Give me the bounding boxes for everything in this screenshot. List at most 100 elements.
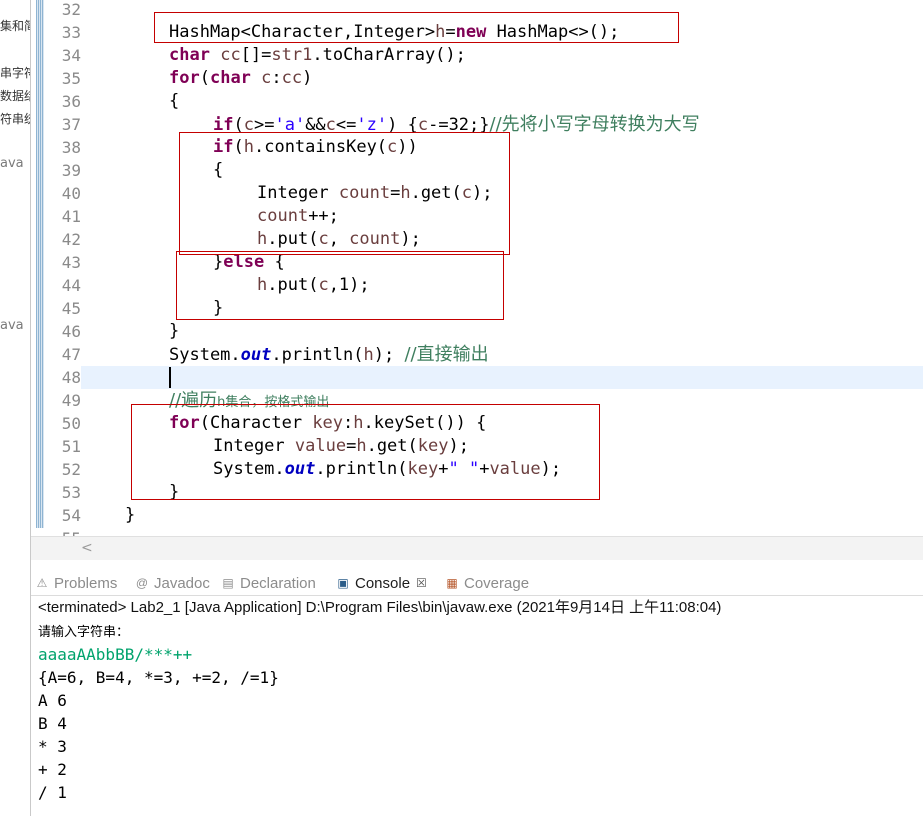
tab-coverage[interactable]: ▦ Coverage <box>445 572 529 594</box>
code-line-42[interactable]: h.put(c, count); <box>257 228 421 251</box>
line-number: 43 <box>61 253 81 272</box>
code-line-34[interactable]: char cc[]=str1.toCharArray(); <box>169 44 466 67</box>
tab-declaration[interactable]: ▤ Declaration <box>221 572 316 594</box>
line-number: 54 <box>61 506 81 525</box>
code-line-45[interactable]: } <box>213 297 223 320</box>
code-token: key <box>407 459 439 479</box>
code-line-35[interactable]: for(char c:cc) <box>169 67 312 90</box>
line-number: 50 <box>61 414 81 433</box>
line-number: 42 <box>61 230 81 249</box>
code-token: : <box>343 413 354 433</box>
code-token: char <box>209 68 251 88</box>
code-editor[interactable]: 32 33 34 35 36 37 38 39 40 41 42 43 44 4… <box>31 0 923 536</box>
code-line-49[interactable]: //遍历h集合，按格式输出 <box>169 389 329 412</box>
code-token: c <box>325 115 336 135</box>
code-token: h <box>243 137 254 157</box>
code-token: c <box>318 229 329 249</box>
code-line-50[interactable]: for(Character key:h.keySet()) { <box>169 412 486 435</box>
code-token: .get( <box>366 436 418 456</box>
code-token: c <box>461 183 473 203</box>
tab-label: Declaration <box>240 574 316 592</box>
code-token: ); <box>448 436 469 456</box>
console-output-line: * 3 <box>38 737 67 756</box>
code-token: out <box>284 459 316 479</box>
code-token: System. <box>213 459 285 479</box>
code-token: c <box>261 68 272 88</box>
close-icon[interactable]: ☒ <box>416 576 427 590</box>
code-token: } <box>213 298 224 318</box>
code-token: } <box>169 321 180 341</box>
code-token: c <box>318 275 329 295</box>
code-token: key <box>312 413 344 433</box>
explorer-fragment[interactable]: 串字符 <box>0 64 30 81</box>
code-token: ); <box>540 459 562 479</box>
code-token: ( <box>199 68 210 88</box>
scroll-left-icon[interactable]: < <box>81 540 93 556</box>
code-token: key <box>417 436 449 456</box>
code-token: h <box>356 436 367 456</box>
explorer-fragment[interactable]: ava <box>0 318 24 333</box>
tab-javadoc[interactable]: @ Javadoc <box>135 572 210 594</box>
code-token: .get( <box>410 183 462 203</box>
code-token: for <box>169 413 200 433</box>
code-token: .toCharArray(); <box>312 45 466 65</box>
code-line-53[interactable]: } <box>169 481 179 504</box>
explorer-fragment[interactable]: 数据结 <box>0 87 30 104</box>
code-token: .containsKey( <box>253 137 388 157</box>
code-token: .println( <box>315 459 408 479</box>
coverage-icon: ▦ <box>446 576 458 590</box>
explorer-fragment[interactable]: ava <box>0 156 24 171</box>
code-line-40[interactable]: Integer count=h.get(c); <box>257 182 493 205</box>
problems-icon: ⚠ <box>36 576 48 590</box>
code-token: .put( <box>267 275 319 295</box>
code-token: c <box>243 115 254 135</box>
code-comment: //遍历 <box>169 390 218 411</box>
line-number: 41 <box>61 207 81 226</box>
tab-label: Console <box>355 574 411 592</box>
code-token: )) <box>397 137 418 157</box>
code-token: && <box>305 115 326 135</box>
code-token: char <box>169 45 210 65</box>
code-token: System. <box>169 345 241 365</box>
console-output[interactable]: 请输入字符串： aaaaAAbbBB/***++ {A=6, B=4, *=3,… <box>38 623 918 804</box>
code-token: ); <box>373 345 405 365</box>
code-token: count <box>257 206 309 226</box>
code-token: : <box>271 68 282 88</box>
code-token: ,1); <box>328 275 370 295</box>
editor-horizontal-scrollbar[interactable]: < <box>31 536 923 560</box>
code-line-43[interactable]: }else { <box>213 251 285 274</box>
explorer-fragment[interactable]: 符串统 <box>0 110 30 127</box>
code-line-44[interactable]: h.put(c,1); <box>257 274 370 297</box>
code-comment: //先将小写字母转换为大写 <box>489 114 700 135</box>
line-number: 49 <box>61 391 81 410</box>
explorer-fragment[interactable]: 集和简 <box>0 17 30 34</box>
code-line-41[interactable]: count++; <box>257 205 339 228</box>
code-line-39[interactable]: { <box>213 159 223 182</box>
code-line-51[interactable]: Integer value=h.get(key); <box>213 435 469 458</box>
code-token: + <box>479 459 490 479</box>
tab-console[interactable]: ▣ Console ☒ <box>336 572 427 594</box>
code-token: c <box>417 115 429 135</box>
code-line-46[interactable]: } <box>169 320 179 343</box>
code-line-33[interactable]: HashMap<Character,Integer>h=new HashMap<… <box>169 21 619 44</box>
tab-problems[interactable]: ⚠ Problems <box>35 572 118 594</box>
code-token: ); <box>472 183 493 203</box>
line-number: 33 <box>61 23 81 42</box>
code-line-36[interactable]: { <box>169 90 179 113</box>
text-caret <box>169 367 171 388</box>
line-number: 37 <box>61 115 81 134</box>
code-token: 'z' <box>356 115 388 135</box>
console-output-line: + 2 <box>38 760 67 779</box>
code-line-54[interactable]: } <box>125 504 135 527</box>
code-line-52[interactable]: System.out.println(key+" "+value); <box>213 458 561 481</box>
code-token: h <box>257 275 268 295</box>
line-number: 55 <box>45 527 81 536</box>
code-token: h <box>400 183 411 203</box>
code-token: out <box>240 345 272 365</box>
code-token: []= <box>240 45 272 65</box>
code-token: } <box>125 505 136 525</box>
code-line-37[interactable]: if(c>='a'&&c<='z') {c-=32;}//先将小写字母转换为大写 <box>213 113 700 136</box>
code-line-38[interactable]: if(h.containsKey(c)) <box>213 136 418 159</box>
code-token: if <box>213 137 234 157</box>
code-line-47[interactable]: System.out.println(h); //直接输出 <box>169 343 489 366</box>
